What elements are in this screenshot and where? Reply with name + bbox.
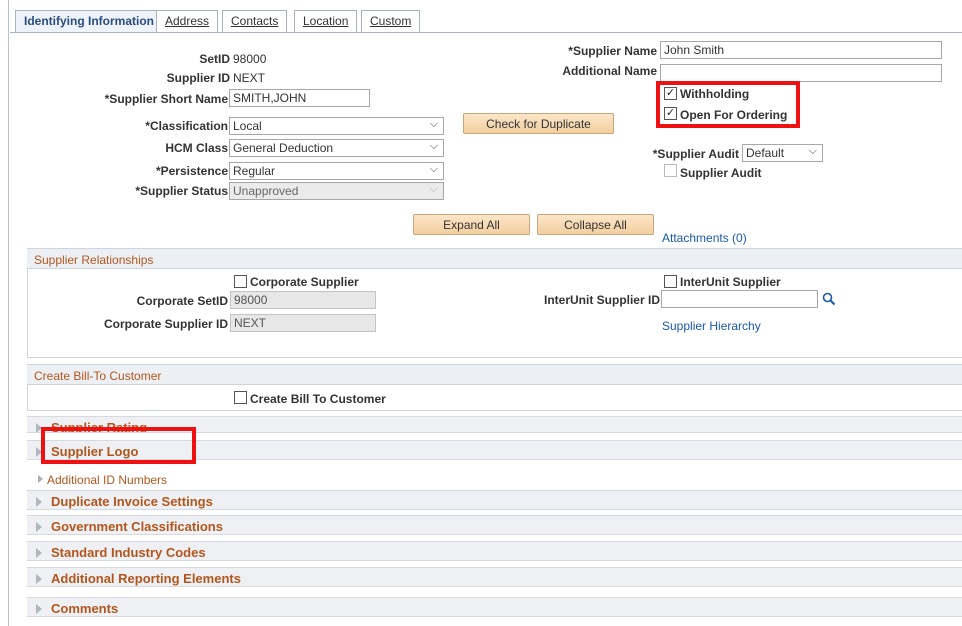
comments-section[interactable]: Comments [27,597,962,617]
hcm-class-label: HCM Class [165,141,228,155]
supplier-relationships-header: Supplier Relationships [27,248,962,269]
chevron-down-icon: ⌵ [429,163,438,175]
corporate-setid-input: 98000 [230,291,376,309]
supplier-name-input[interactable]: John Smith [660,41,942,59]
tab-custom[interactable]: Custom [361,10,421,32]
corporate-supplier-id-label: Corporate Supplier ID [103,317,228,331]
collapse-all-button[interactable]: Collapse All [537,214,654,235]
expand-arrow-icon [36,497,42,507]
supplier-audit-label: *Supplier Audit [652,147,739,161]
tab-contacts[interactable]: Contacts [222,10,288,32]
chevron-down-icon: ⌵ [808,145,817,157]
supplier-status-label: *Supplier Status [135,184,228,198]
highlight-box-supplier-logo [41,427,196,464]
supplier-hierarchy-link[interactable]: Supplier Hierarchy [662,319,761,333]
setid-value: 98000 [233,52,267,66]
interunit-supplier-id-input[interactable] [661,290,818,308]
create-bill-to-customer-header: Create Bill-To Customer [27,364,962,385]
classification-select[interactable]: Local ⌵ [229,117,444,135]
hcm-class-select[interactable]: General Deduction ⌵ [229,139,444,157]
supplier-status-select: Unapproved ⌵ [229,182,444,200]
tab-underline [10,32,962,33]
expand-arrow-icon [36,604,42,614]
supplier-name-label: *Supplier Name [568,44,657,58]
create-bill-to-customer-body [27,385,962,411]
supplier-id-label: Supplier ID [166,71,230,85]
create-bill-to-customer-label: Create Bill To Customer [250,392,386,406]
expand-arrow-icon [36,522,42,532]
chevron-down-icon: ⌵ [429,118,438,130]
classification-label: *Classification [145,119,228,133]
supplier-audit-checkbox-label: Supplier Audit [680,166,762,180]
corporate-supplier-checkbox[interactable] [234,275,247,288]
supplier-id-value: NEXT [233,71,266,85]
chevron-down-icon: ⌵ [429,183,438,195]
interunit-supplier-checkbox[interactable] [664,275,677,288]
supplier-relationships-body [27,269,962,358]
attachments-link[interactable]: Attachments (0) [662,231,747,245]
expand-arrow-icon [36,548,42,558]
interunit-supplier-label: InterUnit Supplier [680,275,781,289]
standard-industry-codes-section[interactable]: Standard Industry Codes [27,541,962,561]
tab-identifying-information[interactable]: Identifying Information [15,10,163,33]
tab-location[interactable]: Location [294,10,358,32]
chevron-down-icon: ⌵ [429,140,438,152]
tab-address[interactable]: Address [156,10,219,32]
additional-reporting-elements-section[interactable]: Additional Reporting Elements [27,567,962,587]
corporate-supplier-id-input: NEXT [230,314,376,332]
search-icon[interactable] [822,292,836,306]
short-name-label: *Supplier Short Name [104,92,228,106]
corporate-supplier-label: Corporate Supplier [250,275,359,289]
expand-all-button[interactable]: Expand All [413,214,530,235]
additional-name-input[interactable] [660,64,942,82]
interunit-supplier-id-label: InterUnit Supplier ID [543,293,660,307]
short-name-input[interactable]: SMITH,JOHN [229,89,370,107]
check-for-duplicate-button[interactable]: Check for Duplicate [463,113,614,134]
persistence-label: *Persistence [155,164,228,178]
highlight-box-checkboxes [656,81,800,128]
additional-id-numbers-section[interactable]: Additional ID Numbers [37,470,337,490]
left-frame-border [0,0,9,626]
additional-name-label: Additional Name [562,64,657,78]
expand-arrow-icon [36,574,42,584]
corporate-setid-label: Corporate SetID [136,294,228,308]
expand-arrow-icon [38,475,43,483]
setid-label: SetID [199,52,230,66]
create-bill-to-customer-checkbox[interactable] [234,391,247,404]
government-classifications-section[interactable]: Government Classifications [27,515,962,535]
persistence-select[interactable]: Regular ⌵ [229,162,444,180]
duplicate-invoice-settings-section[interactable]: Duplicate Invoice Settings [27,490,962,510]
supplier-audit-checkbox [664,164,677,177]
supplier-audit-select[interactable]: Default ⌵ [742,144,823,162]
